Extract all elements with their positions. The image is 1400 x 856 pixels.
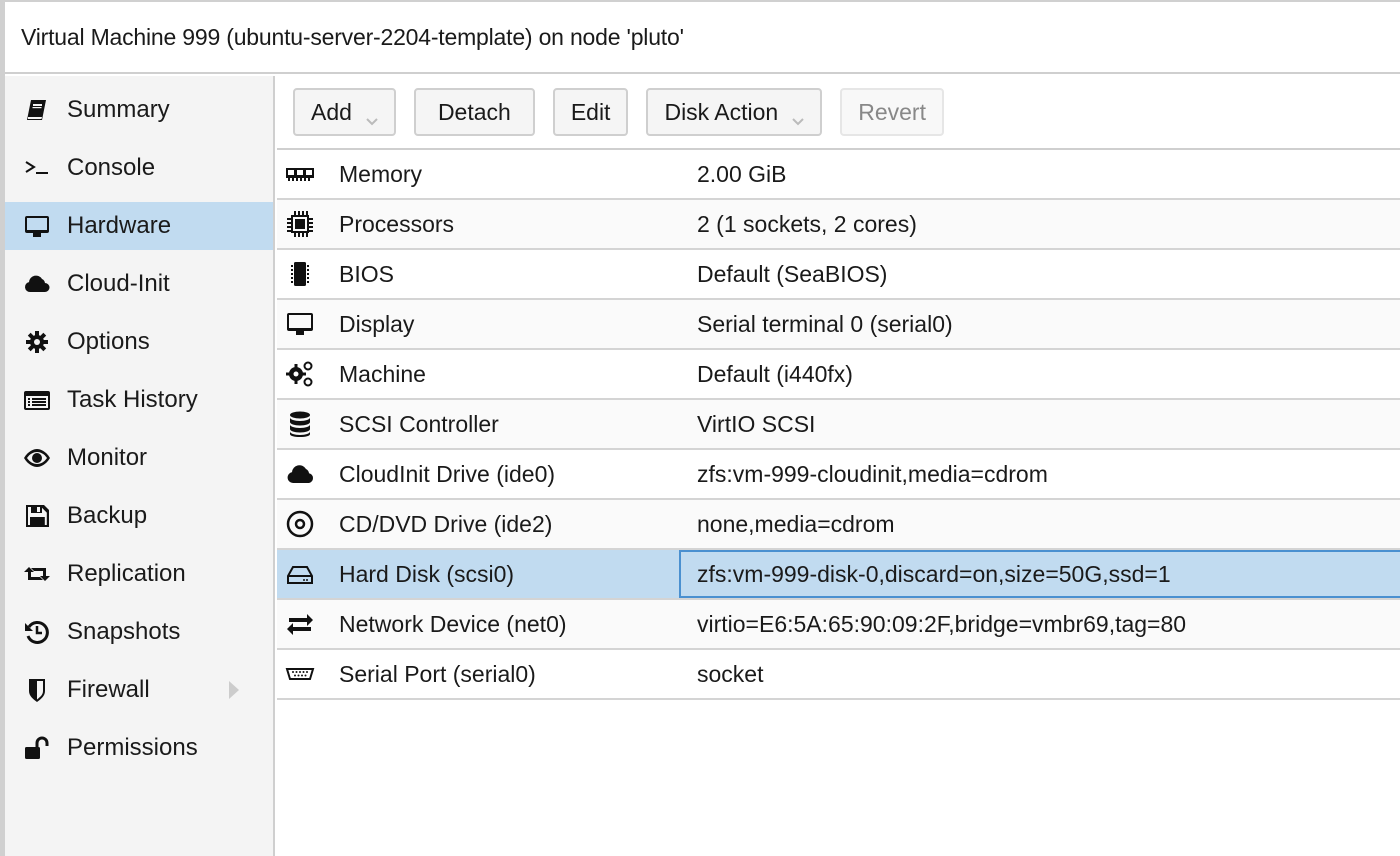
hardware-row-display[interactable]: Display Serial terminal 0 (serial0) — [277, 300, 1400, 350]
hardware-name: Memory — [339, 160, 423, 187]
sidebar-item-summary[interactable]: Summary — [5, 86, 273, 134]
cloud-icon — [283, 457, 317, 491]
history-icon — [22, 617, 52, 647]
sidebar-item-label: Replication — [67, 560, 186, 587]
microchip-icon — [283, 257, 317, 291]
eye-icon — [22, 443, 52, 473]
sidebar-item-console[interactable]: Console — [5, 144, 273, 192]
desktop-icon — [283, 307, 317, 341]
chevron-down-icon — [792, 106, 804, 126]
vm-window: Virtual Machine 999 (ubuntu-server-2204-… — [5, 2, 1400, 856]
hardware-value: virtio=E6:5A:65:90:09:2F,bridge=vmbr69,t… — [697, 610, 1187, 637]
edit-button[interactable]: Edit — [552, 88, 629, 136]
sidebar-item-label: Monitor — [67, 444, 148, 471]
hardware-value: VirtIO SCSI — [697, 410, 816, 437]
list-alt-icon — [22, 385, 52, 415]
hardware-name: Network Device (net0) — [339, 610, 567, 637]
sidebar-item-replication[interactable]: Replication — [5, 550, 273, 598]
revert-button[interactable]: Revert — [840, 88, 944, 136]
sidebar-item-label: Firewall — [67, 676, 150, 703]
hardware-row-memory[interactable]: Memory 2.00 GiB — [277, 150, 1400, 200]
hardware-name: Display — [339, 310, 415, 337]
sidebar-item-monitor[interactable]: Monitor — [5, 434, 273, 482]
chevron-down-icon — [366, 106, 378, 126]
hdd-icon — [283, 557, 317, 591]
hardware-row-machine[interactable]: Machine Default (i440fx) — [277, 350, 1400, 400]
hardware-name: Processors — [339, 210, 455, 237]
retweet-icon — [22, 559, 52, 589]
hardware-name: SCSI Controller — [339, 410, 499, 437]
hardware-row-network-device[interactable]: Network Device (net0) virtio=E6:5A:65:90… — [277, 600, 1400, 650]
submenu-arrow-icon[interactable] — [229, 681, 239, 699]
sidebar-nav: Summary Console Hardware Cloud-Init Opti… — [5, 76, 275, 856]
sidebar-item-label: Permissions — [67, 734, 198, 761]
sidebar-item-hardware[interactable]: Hardware — [5, 202, 273, 250]
book-icon — [22, 95, 52, 125]
hardware-value: none,media=cdrom — [697, 510, 895, 537]
sidebar-item-cloud-init[interactable]: Cloud-Init — [5, 260, 273, 308]
title-bar: Virtual Machine 999 (ubuntu-server-2204-… — [5, 2, 1400, 74]
hardware-value: zfs:vm-999-disk-0,discard=on,size=50G,ss… — [697, 560, 1171, 587]
exchange-icon — [283, 607, 317, 641]
gear-icon — [22, 327, 52, 357]
hardware-value: socket — [697, 660, 764, 687]
hardware-value: Serial terminal 0 (serial0) — [697, 310, 953, 337]
sidebar-item-label: Hardware — [67, 212, 172, 239]
floppy-icon — [22, 501, 52, 531]
terminal-icon — [22, 153, 52, 183]
sidebar-item-label: Options — [67, 328, 150, 355]
hardware-row-serial-port[interactable]: Serial Port (serial0) socket — [277, 650, 1400, 700]
hardware-name: Hard Disk (scsi0) — [339, 560, 515, 587]
hardware-name: CloudInit Drive (ide0) — [339, 460, 556, 487]
hardware-value: zfs:vm-999-cloudinit,media=cdrom — [697, 460, 1048, 487]
memory-icon — [283, 157, 317, 191]
sidebar-item-label: Cloud-Init — [67, 270, 170, 297]
database-icon — [283, 407, 317, 441]
serial-port-icon — [283, 657, 317, 691]
cpu-icon — [283, 207, 317, 241]
hardware-name: CD/DVD Drive (ide2) — [339, 510, 553, 537]
sidebar-item-task-history[interactable]: Task History — [5, 376, 273, 424]
unlock-icon — [22, 733, 52, 763]
hardware-value: 2 (1 sockets, 2 cores) — [697, 210, 917, 237]
cloud-icon — [22, 269, 52, 299]
sidebar-item-permissions[interactable]: Permissions — [5, 724, 273, 772]
hardware-panel: Add Detach Edit Disk Action Revert Memor… — [277, 76, 1400, 856]
add-button[interactable]: Add — [293, 88, 396, 136]
hardware-row-bios[interactable]: BIOS Default (SeaBIOS) — [277, 250, 1400, 300]
cdrom-icon — [283, 507, 317, 541]
sidebar-item-label: Summary — [67, 96, 170, 123]
sidebar-item-options[interactable]: Options — [5, 318, 273, 366]
hardware-name: Machine — [339, 360, 426, 387]
sidebar-item-label: Snapshots — [67, 618, 181, 645]
hardware-name: Serial Port (serial0) — [339, 660, 536, 687]
disk-action-label: Disk Action — [664, 98, 779, 125]
sidebar-item-firewall[interactable]: Firewall — [5, 666, 273, 714]
hardware-name: BIOS — [339, 260, 394, 287]
window-title: Virtual Machine 999 (ubuntu-server-2204-… — [21, 23, 684, 50]
hardware-value: 2.00 GiB — [697, 160, 787, 187]
hardware-value: Default (i440fx) — [697, 360, 853, 387]
hardware-row-processors[interactable]: Processors 2 (1 sockets, 2 cores) — [277, 200, 1400, 250]
hardware-row-hard-disk[interactable]: Hard Disk (scsi0) zfs:vm-999-disk-0,disc… — [277, 550, 1400, 600]
shield-icon — [22, 675, 52, 705]
detach-button[interactable]: Detach — [413, 88, 535, 136]
toolbar: Add Detach Edit Disk Action Revert — [277, 76, 1400, 150]
sidebar-item-backup[interactable]: Backup — [5, 492, 273, 540]
hardware-value: Default (SeaBIOS) — [697, 260, 888, 287]
sidebar-item-label: Backup — [67, 502, 148, 529]
sidebar-item-label: Console — [67, 154, 156, 181]
sidebar-item-snapshots[interactable]: Snapshots — [5, 608, 273, 656]
add-button-label: Add — [311, 98, 352, 125]
gears-icon — [283, 357, 317, 391]
desktop-icon — [22, 211, 52, 241]
hardware-row-scsi-controller[interactable]: SCSI Controller VirtIO SCSI — [277, 400, 1400, 450]
disk-action-button[interactable]: Disk Action — [646, 88, 823, 136]
hardware-row-cdrom-drive[interactable]: CD/DVD Drive (ide2) none,media=cdrom — [277, 500, 1400, 550]
sidebar-item-label: Task History — [67, 386, 198, 413]
hardware-grid: Memory 2.00 GiB Processors 2 (1 sockets,… — [277, 150, 1400, 700]
hardware-row-cloudinit-drive[interactable]: CloudInit Drive (ide0) zfs:vm-999-cloudi… — [277, 450, 1400, 500]
